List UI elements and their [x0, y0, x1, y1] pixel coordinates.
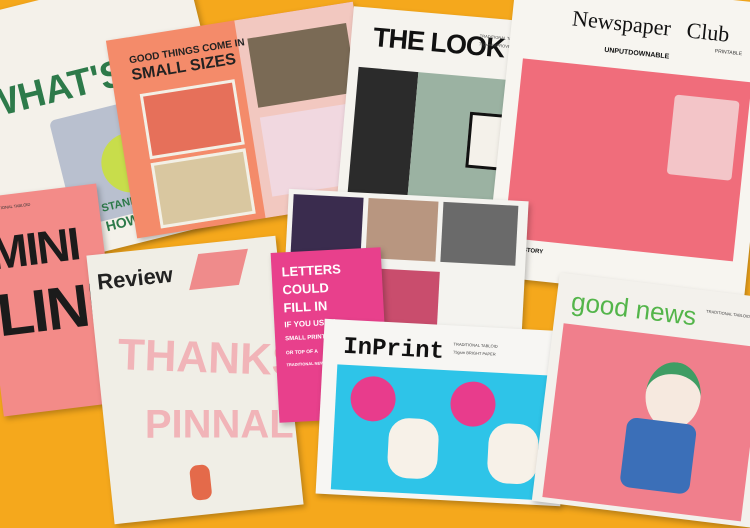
small-sizes-photo-2: [150, 148, 256, 229]
small-sizes-photo-1: [139, 79, 245, 160]
good-news-newspaper: good news TRADITIONAL TABLOID: [531, 272, 750, 528]
review-headline-2: PINNAL: [144, 402, 294, 447]
inprint-badge-2: 75gsm BRIGHT PAPER: [453, 349, 496, 357]
letters-line-6: OR TOP OF A: [285, 348, 319, 357]
collage-storm-photo: [440, 201, 519, 266]
mini-line-title-1: MINI: [0, 217, 82, 280]
newspaper-club-banner: UNPUTDOWNABLE: [603, 46, 670, 61]
inprint-figure: [386, 417, 440, 480]
letters-line-2: COULD: [282, 280, 330, 298]
inprint-title: InPrint: [342, 333, 445, 366]
good-news-title: good news: [569, 286, 699, 332]
inprint-figure-2: [486, 422, 540, 486]
inprint-newspaper: InPrint TRADITIONAL TABLOID 75gsm BRIGHT…: [315, 318, 570, 507]
review-character-illustration: [188, 464, 213, 501]
good-news-character-body: [619, 416, 698, 495]
mini-line-badge: TRADITIONAL TABLOID: [0, 201, 31, 213]
letters-line-1: LETTERS: [281, 261, 342, 280]
good-news-badge: TRADITIONAL TABLOID: [705, 308, 750, 319]
newspaper-club-title: Newspaper: [571, 5, 673, 41]
review-pink-shape: [189, 248, 248, 291]
inprint-badge-1: TRADITIONAL TABLOID: [453, 341, 498, 349]
newspaper-club-title-club: Club: [685, 17, 731, 47]
the-look-dark-column: [347, 66, 419, 202]
newspaper-club-tag: PRINTABLE: [714, 48, 743, 58]
newspaper-club-portrait: [666, 94, 740, 181]
review-title: Review: [95, 261, 174, 295]
letters-line-3: FILL IN: [283, 298, 328, 316]
